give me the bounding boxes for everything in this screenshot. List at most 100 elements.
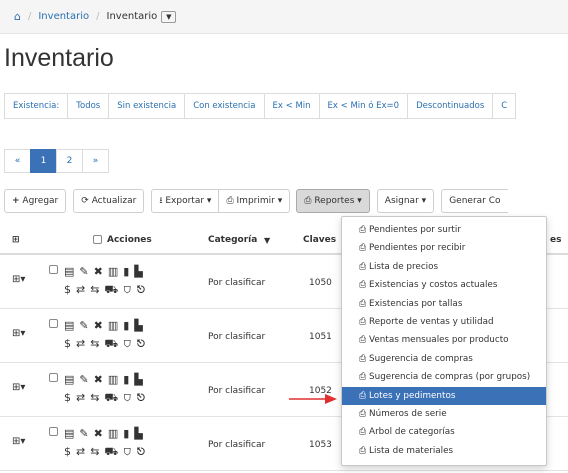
filter-ex-lt-min-or-zero[interactable]: Ex < Min ó Ex=0 [318,93,409,119]
printer-icon: ⎙ [359,225,367,235]
filter-ex-lt-min[interactable]: Ex < Min [263,93,320,119]
print-button[interactable]: ⎙ Imprimir ▾ [218,189,291,213]
add-button[interactable]: + Agregar [4,189,67,213]
reports-button-label: Reportes [314,196,355,206]
filter-bar: Existencia: Todos Sin existencia Con exi… [4,93,517,119]
filter-todos[interactable]: Todos [67,93,110,119]
menu-item-label: Pendientes por recibir [369,243,466,254]
caret-down-icon: ▾ [357,196,362,206]
menu-item-label: Sugerencia de compras [369,353,473,364]
breadcrumb-separator: / [27,11,32,22]
assign-button-label: Asignar [384,196,419,206]
breadcrumb-separator: / [96,11,100,22]
filter-clipped[interactable]: C [492,93,517,119]
breadcrumb-current: Inventario [106,11,158,22]
row-action-icons[interactable]: $⇄⇆⛟⛉⎋ [64,283,150,298]
row-action-icons[interactable]: ▤✎✖▥▮▙ [64,265,148,278]
filter-sin-existencia[interactable]: Sin existencia [108,93,186,119]
menu-item-lotes-pedimentos[interactable]: ⎙ Lotes y pedimentos [342,386,546,405]
pagination: « 1 2 » [4,149,109,173]
row-action-icons[interactable]: $⇄⇆⛟⛉⎋ [64,391,150,406]
menu-item-ventas-mensuales[interactable]: ⎙ Ventas mensuales por producto [342,331,546,349]
printer-icon: ⎙ [359,316,367,327]
annotation-arrow-icon [289,394,337,404]
reports-button[interactable]: ⎙ Reportes ▾ [296,189,370,213]
header-keys[interactable]: Claves [303,235,336,245]
filter-con-existencia[interactable]: Con existencia [184,93,265,119]
expand-all-icon[interactable]: ⊞ [12,235,20,245]
select-all-checkbox[interactable] [93,235,102,245]
menu-item-label: Lotes y pedimentos [369,390,456,401]
export-button-label: Exportar [165,196,205,206]
menu-item-pendientes-surtir[interactable]: ⎙ Pendientes por surtir [342,221,546,239]
pagination-next[interactable]: » [82,149,109,173]
menu-item-reporte-ventas-utilidad[interactable]: ⎙ Reporte de ventas y utilidad [342,313,546,331]
printer-icon: ⎙ [359,353,367,364]
row-action-icons[interactable]: $⇄⇆⛟⛉⎋ [64,445,150,460]
pagination-page-1[interactable]: 1 [30,149,57,173]
row-action-icons[interactable]: ▤✎✖▥▮▙ [64,427,148,440]
menu-item-numeros-serie[interactable]: ⎙ Números de serie [342,405,546,423]
menu-item-existencias-tallas[interactable]: ⎙ Existencias por tallas [342,295,546,313]
export-button[interactable]: ⭳ Exportar ▾ [151,189,220,213]
row-category: Por clasificar [208,332,266,342]
printer-icon: ⎙ [359,372,367,383]
row-category: Por clasificar [208,386,266,396]
generate-button[interactable]: Generar Co [441,189,508,213]
menu-item-lista-precios[interactable]: ⎙ Lista de precios [342,258,546,276]
menu-item-sugerencia-compras-grupos[interactable]: ⎙ Sugerencia de compras (por grupos) [342,368,546,386]
menu-item-sugerencia-compras[interactable]: ⎙ Sugerencia de compras [342,350,546,368]
row-checkbox[interactable] [49,427,58,436]
menu-item-label: Lista de materiales [369,445,454,456]
menu-item-existencias-costos[interactable]: ⎙ Existencias y costos actuales [342,276,546,294]
printer-icon: ⎙ [359,445,367,456]
header-clipped: es [550,235,562,245]
row-expand-icon[interactable]: ⊞▾ [12,436,25,447]
menu-item-label: Existencias y costos actuales [369,280,498,291]
printer-icon: ⎙ [226,196,234,206]
caret-down-icon: ▾ [277,196,283,206]
export-print-group: ⭳ Exportar ▾ ⎙ Imprimir ▾ [151,189,291,213]
filter-icon[interactable]: ▼ [264,236,270,245]
pagination-page-2[interactable]: 2 [56,149,83,173]
filter-descontinuados[interactable]: Descontinuados [407,93,494,119]
printer-icon: ⎙ [359,243,367,254]
row-expand-icon[interactable]: ⊞▾ [12,274,25,285]
home-icon[interactable]: ⌂ [14,10,21,23]
printer-icon: ⎙ [359,427,367,438]
printer-icon: ⎙ [304,196,312,206]
page-title: Inventario [4,44,114,72]
pagination-prev[interactable]: « [4,149,31,173]
row-expand-icon[interactable]: ⊞▾ [12,382,25,393]
menu-item-pendientes-recibir[interactable]: ⎙ Pendientes por recibir [342,239,546,257]
toolbar: + Agregar ⟳ Actualizar ⭳ Exportar ▾ ⎙ Im… [4,189,508,213]
menu-item-lista-materiales[interactable]: ⎙ Lista de materiales [342,442,546,460]
menu-item-arbol-categorias[interactable]: ⎙ Arbol de categorías [342,423,546,441]
row-checkbox[interactable] [49,319,58,328]
row-action-icons[interactable]: ▤✎✖▥▮▙ [64,373,148,386]
row-checkbox[interactable] [49,265,58,274]
export-icon: ⭳ [159,196,163,206]
header-actions: Acciones [107,235,152,245]
row-checkbox[interactable] [49,373,58,382]
row-key: 1050 [309,278,332,288]
row-action-icons[interactable]: ▤✎✖▥▮▙ [64,319,148,332]
menu-item-label: Reporte de ventas y utilidad [369,316,494,327]
menu-item-label: Arbol de categorías [369,427,455,438]
caret-down-icon: ▾ [206,196,212,206]
refresh-button[interactable]: ⟳ Actualizar [73,189,145,213]
breadcrumb-link-inventario[interactable]: Inventario [38,11,89,22]
printer-icon: ⎙ [359,280,367,291]
row-expand-icon[interactable]: ⊞▾ [12,328,25,339]
menu-item-label: Existencias por tallas [369,298,463,309]
header-category[interactable]: Categoría [208,235,257,245]
printer-icon: ⎙ [359,261,367,272]
row-key: 1051 [309,332,332,342]
row-action-icons[interactable]: $⇄⇆⛟⛉⎋ [64,337,150,352]
breadcrumb-dropdown-button[interactable]: ▼ [161,10,177,23]
filter-label-existencia: Existencia: [4,93,69,119]
menu-item-label: Lista de precios [369,261,439,272]
assign-button[interactable]: Asignar ▾ [376,189,435,213]
menu-item-label: Números de serie [369,408,447,419]
add-button-label: Agregar [22,196,59,206]
